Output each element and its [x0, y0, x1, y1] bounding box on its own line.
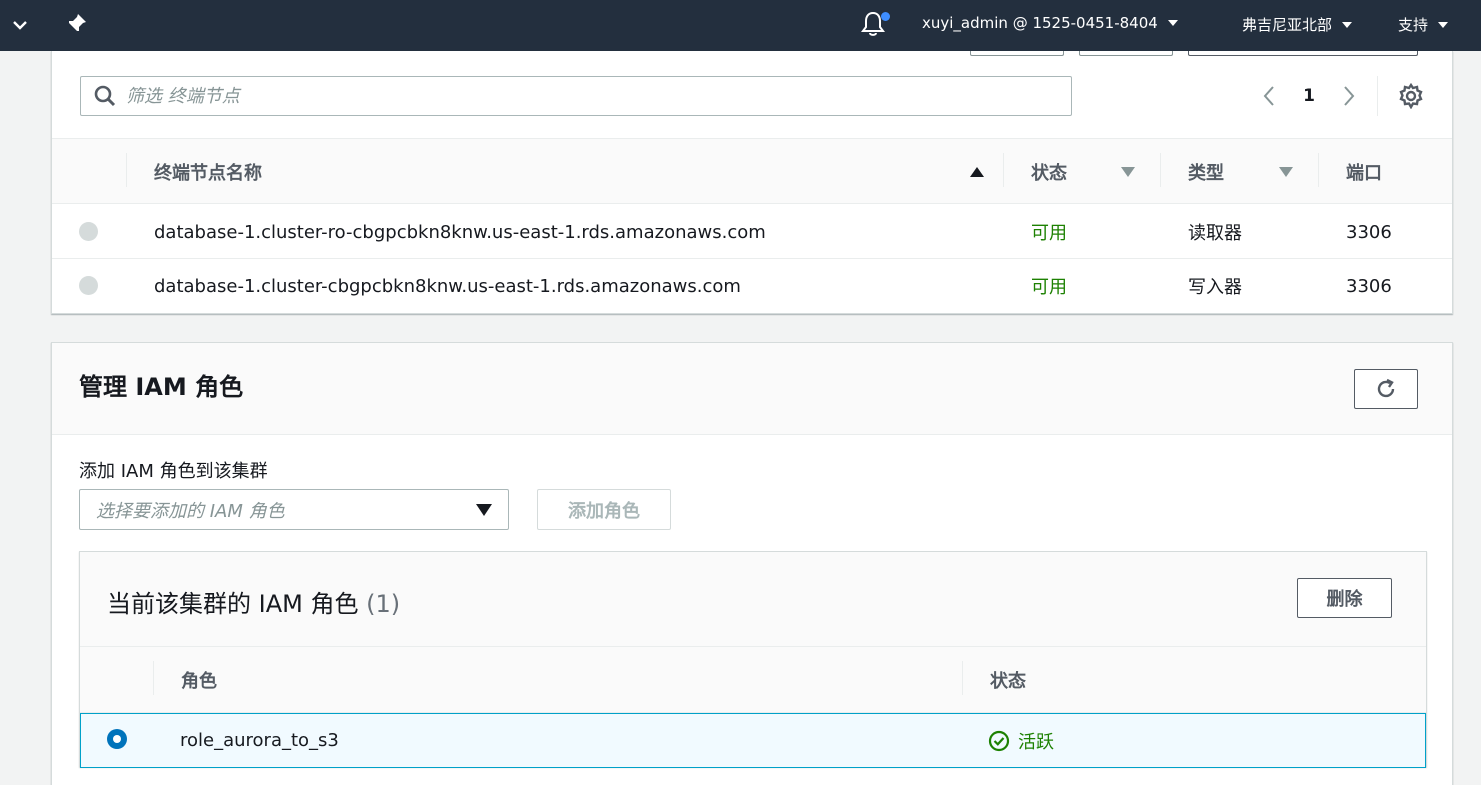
role-select-placeholder: 选择要添加的 IAM 角色 — [96, 500, 285, 522]
account-menu[interactable]: xuyi_admin @ 1525-0451-8404 — [922, 14, 1178, 32]
next-page-button[interactable] — [1337, 81, 1361, 111]
table-row-selected[interactable]: role_aurora_to_s3 活跃 — [80, 713, 1426, 768]
endpoints-panel: 1 终端节点名称 状态 类型 端口 database-1.cl — [51, 45, 1453, 314]
panel-title: 管理 IAM 角色 — [79, 373, 244, 401]
endpoint-status: 可用 — [1031, 223, 1067, 244]
chevron-down-icon — [1438, 21, 1449, 28]
role-select[interactable]: 选择要添加的 IAM 角色 — [79, 489, 509, 530]
notification-dot — [881, 12, 890, 21]
chevron-down-icon — [1167, 20, 1178, 26]
check-circle-icon — [988, 730, 1010, 751]
sort-ascending-icon — [970, 167, 984, 177]
endpoint-status: 可用 — [1031, 277, 1067, 298]
column-header-status[interactable]: 状态 — [1031, 139, 1135, 205]
region-label: 弗吉尼亚北部 — [1242, 16, 1333, 34]
chevron-down-icon — [1342, 21, 1353, 28]
column-label: 角色 — [181, 671, 217, 692]
column-divider — [126, 153, 127, 187]
endpoint-name: database-1.cluster-cbgpcbkn8knw.us-east-… — [154, 275, 741, 297]
row-radio-disabled — [79, 222, 98, 241]
column-divider — [1003, 153, 1004, 187]
endpoint-filter-input[interactable] — [126, 85, 1026, 107]
column-divider — [962, 661, 963, 695]
column-label: 终端节点名称 — [154, 163, 262, 184]
column-header-type[interactable]: 类型 — [1188, 139, 1293, 205]
chevron-down-icon[interactable] — [11, 17, 29, 33]
row-radio-disabled — [79, 276, 98, 295]
column-label: 状态 — [990, 671, 1026, 692]
delete-button[interactable]: 删除 — [1297, 578, 1392, 618]
roles-table-header: 角色 状态 — [80, 647, 1426, 713]
gear-icon[interactable] — [1398, 83, 1424, 109]
current-roles-header: 当前该集群的 IAM 角色 (1) 删除 — [80, 552, 1426, 647]
endpoints-table-header: 终端节点名称 状态 类型 端口 — [52, 138, 1452, 204]
sort-icon — [1279, 167, 1293, 177]
current-roles-title: 当前该集群的 IAM 角色 (1) — [107, 584, 400, 619]
refresh-button[interactable] — [1354, 369, 1418, 409]
region-menu[interactable]: 弗吉尼亚北部 — [1242, 14, 1353, 35]
column-divider — [1318, 153, 1319, 187]
endpoint-type: 写入器 — [1188, 277, 1242, 298]
top-navigation: xuyi_admin @ 1525-0451-8404 弗吉尼亚北部 支持 — [0, 0, 1481, 51]
caret-down-icon — [476, 503, 492, 516]
add-role-button[interactable]: 添加角色 — [537, 489, 671, 530]
endpoint-port: 3306 — [1346, 221, 1392, 243]
chevron-right-icon — [1344, 86, 1355, 106]
table-row[interactable]: database-1.cluster-ro-cbgpcbkn8knw.us-ea… — [52, 205, 1452, 259]
previous-page-button[interactable] — [1257, 81, 1281, 111]
current-roles-title-text: 当前该集群的 IAM 角色 — [107, 590, 359, 618]
divider — [1377, 76, 1378, 116]
role-count: (1) — [366, 590, 401, 618]
iam-panel-header: 管理 IAM 角色 — [52, 343, 1452, 435]
pin-icon[interactable] — [66, 12, 88, 34]
column-header-endpoint-name[interactable]: 终端节点名称 — [154, 139, 984, 205]
row-radio-selected[interactable] — [107, 729, 127, 749]
endpoint-filter[interactable] — [80, 76, 1072, 116]
endpoint-name: database-1.cluster-ro-cbgpcbkn8knw.us-ea… — [154, 221, 766, 243]
current-roles-panel: 当前该集群的 IAM 角色 (1) 删除 角色 状态 role_aurora_t… — [79, 551, 1427, 768]
column-label: 类型 — [1188, 163, 1224, 184]
support-menu[interactable]: 支持 — [1398, 14, 1449, 35]
column-label: 端口 — [1346, 163, 1382, 184]
column-header-status[interactable]: 状态 — [990, 647, 1026, 713]
iam-roles-panel: 管理 IAM 角色 添加 IAM 角色到该集群 选择要添加的 IAM 角色 添加… — [51, 342, 1453, 785]
column-header-port[interactable]: 端口 — [1346, 139, 1426, 205]
support-label: 支持 — [1398, 16, 1429, 34]
role-status-text: 活跃 — [1018, 731, 1054, 753]
column-label: 状态 — [1031, 163, 1067, 184]
add-role-label: 添加 IAM 角色到该集群 — [79, 461, 268, 482]
role-status: 活跃 — [988, 714, 1054, 767]
refresh-icon — [1377, 378, 1395, 398]
column-divider — [1160, 153, 1161, 187]
sort-icon — [1121, 167, 1135, 177]
search-icon — [94, 85, 116, 107]
endpoint-port: 3306 — [1346, 275, 1392, 297]
role-name: role_aurora_to_s3 — [180, 730, 339, 751]
column-header-role[interactable]: 角色 — [181, 647, 217, 713]
column-divider — [153, 661, 154, 695]
endpoint-type: 读取器 — [1188, 223, 1242, 244]
bell-icon[interactable] — [860, 10, 890, 40]
current-page[interactable]: 1 — [1297, 81, 1321, 111]
account-label: xuyi_admin @ 1525-0451-8404 — [922, 14, 1158, 32]
chevron-left-icon — [1263, 86, 1274, 106]
table-row[interactable]: database-1.cluster-cbgpcbkn8knw.us-east-… — [52, 259, 1452, 313]
